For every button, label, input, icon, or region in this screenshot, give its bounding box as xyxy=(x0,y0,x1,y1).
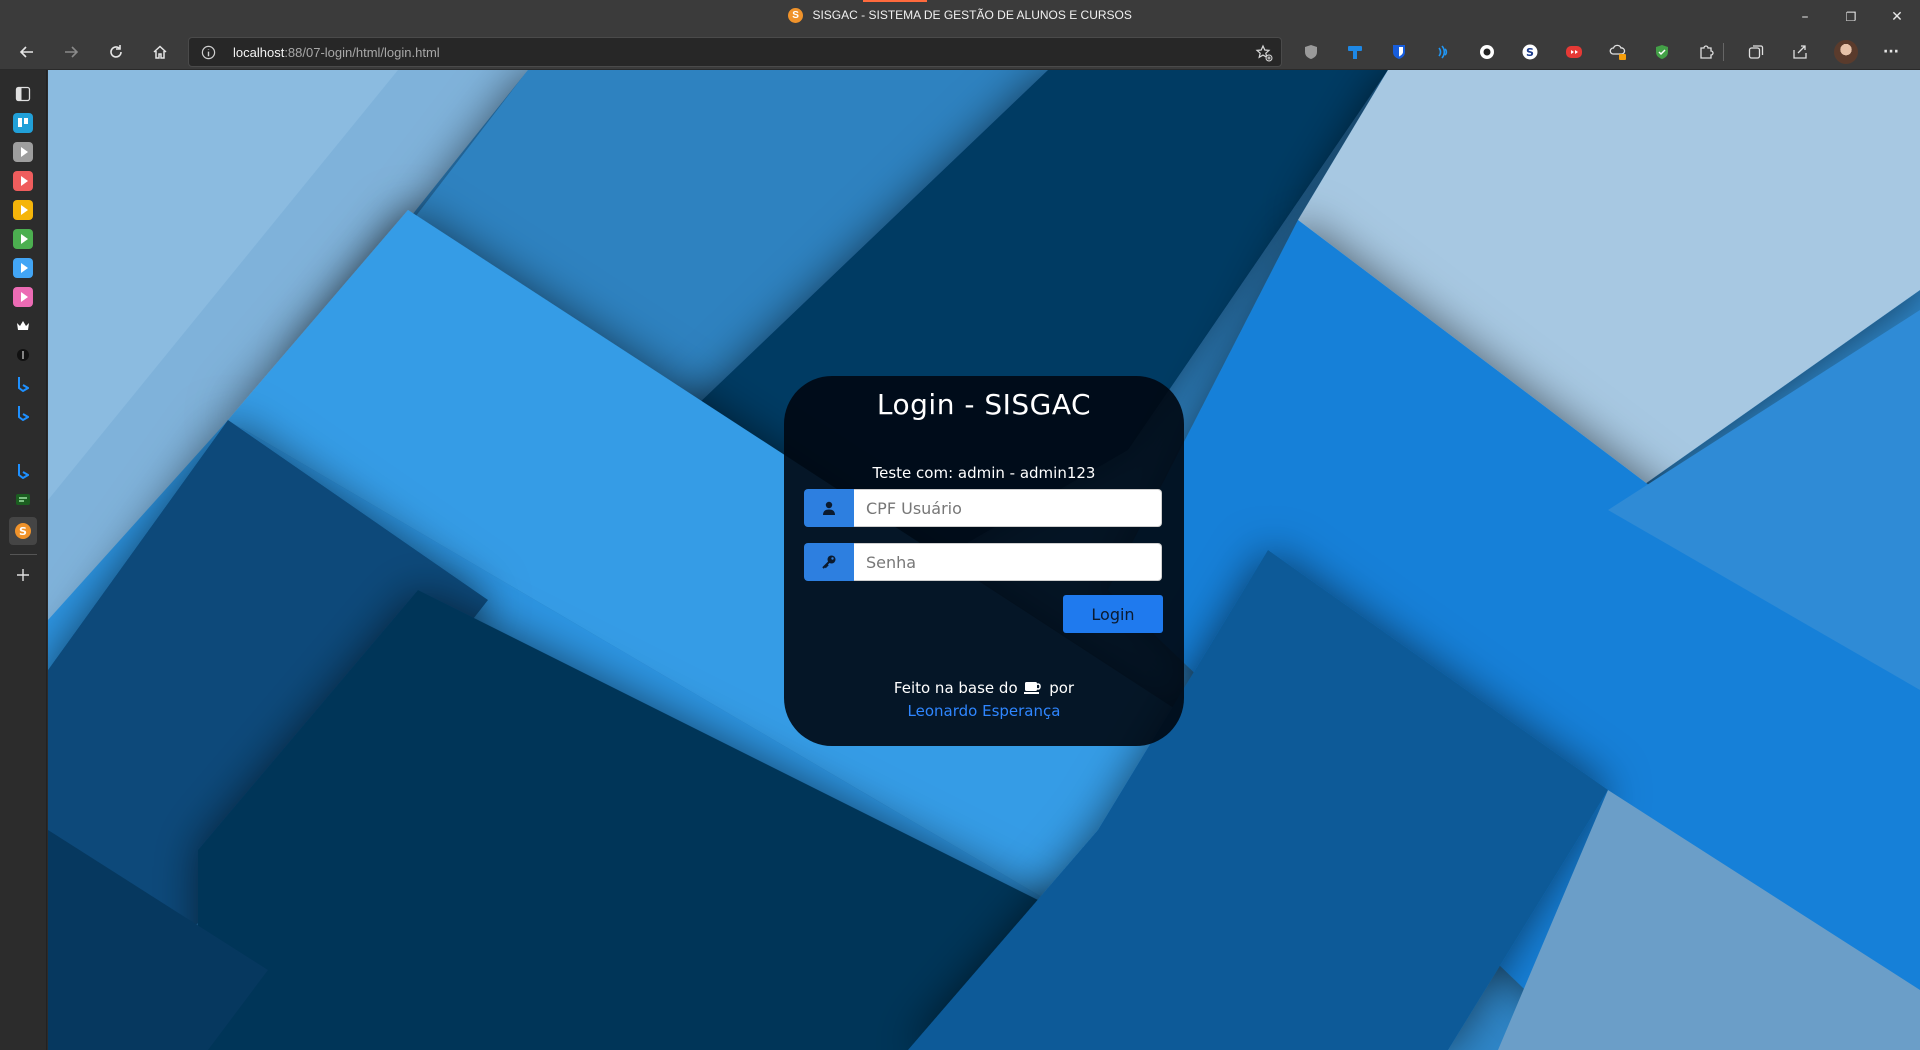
s-extension-icon[interactable]: S xyxy=(1521,43,1539,61)
bing-icon[interactable] xyxy=(13,461,33,481)
video-red-icon[interactable] xyxy=(13,171,33,191)
browser-sidebar: S xyxy=(0,70,47,1050)
password-field-group xyxy=(804,543,1162,581)
refresh-icon xyxy=(110,45,122,58)
sisgac-favicon-icon: S xyxy=(788,8,804,24)
refresh-button[interactable] xyxy=(101,38,131,66)
bing-icon[interactable] xyxy=(13,403,33,423)
user-field-group xyxy=(804,489,1162,527)
sidebar-divider xyxy=(10,554,37,555)
close-button[interactable]: ✕ xyxy=(1874,0,1920,34)
wifi-extension-icon[interactable] xyxy=(1434,43,1452,61)
video-gray-icon[interactable] xyxy=(13,142,33,162)
password-addon xyxy=(804,543,854,581)
login-card: Login - SISGAC Teste com: admin - admin1… xyxy=(784,376,1184,746)
trello-icon[interactable] xyxy=(13,113,33,133)
profile-avatar[interactable] xyxy=(1834,40,1858,64)
tabs-icon[interactable] xyxy=(13,84,33,104)
settings-menu-button[interactable]: ··· xyxy=(1876,38,1906,66)
circle-extension-icon[interactable] xyxy=(1478,43,1496,61)
puzzle-icon[interactable] xyxy=(1697,43,1715,61)
url-text[interactable]: localhost:88/07-login/html/login.html xyxy=(233,45,440,60)
coffee-icon xyxy=(1024,680,1042,699)
bitwarden-extension-icon[interactable] xyxy=(1390,43,1408,61)
green-shield-extension-icon[interactable] xyxy=(1653,43,1671,61)
user-icon xyxy=(823,501,835,515)
back-button[interactable] xyxy=(12,38,42,66)
minimize-button[interactable]: – xyxy=(1782,0,1828,34)
window-title: S SISGAC - SISTEMA DE GESTÃO DE ALUNOS E… xyxy=(0,8,1920,24)
add-icon[interactable] xyxy=(13,565,33,585)
red-extension-icon[interactable] xyxy=(1565,43,1583,61)
home-icon xyxy=(153,45,167,59)
address-bar[interactable]: localhost:88/07-login/html/login.html xyxy=(188,37,1282,67)
video-blue-icon[interactable] xyxy=(13,258,33,278)
active-tab-indicator xyxy=(863,0,927,2)
forward-arrow-icon xyxy=(65,46,79,58)
video-pink-icon[interactable] xyxy=(13,287,33,307)
video-green-icon[interactable] xyxy=(13,229,33,249)
cloud-extension-icon[interactable] xyxy=(1609,43,1627,61)
user-addon xyxy=(804,489,854,527)
toolbar-divider xyxy=(1723,43,1724,61)
author-link[interactable]: Leonardo Esperança xyxy=(784,702,1184,720)
window-controls: – ❐ ✕ xyxy=(1782,0,1920,34)
restore-button[interactable]: ❐ xyxy=(1828,0,1874,34)
whatsapp-icon[interactable] xyxy=(13,490,33,510)
footer-credit: Feito na base do por xyxy=(784,679,1184,699)
info-icon[interactable] xyxy=(201,45,216,64)
video-yellow-icon[interactable] xyxy=(13,200,33,220)
crown-icon[interactable] xyxy=(13,316,33,336)
bing-icon[interactable] xyxy=(13,374,33,394)
collections-icon[interactable] xyxy=(1747,43,1765,61)
forward-button[interactable] xyxy=(56,38,86,66)
svg-text:S: S xyxy=(1526,46,1534,59)
password-input[interactable] xyxy=(854,543,1162,581)
home-button[interactable] xyxy=(145,38,175,66)
sisgac-sidebar-item[interactable]: S xyxy=(9,517,37,545)
window-title-text: SISGAC - SISTEMA DE GESTÃO DE ALUNOS E C… xyxy=(812,8,1132,22)
test-credentials-hint: Teste com: admin - admin123 xyxy=(872,464,1096,482)
window-titlebar: S SISGAC - SISTEMA DE GESTÃO DE ALUNOS E… xyxy=(0,0,1920,34)
browser-toolbar: localhost:88/07-login/html/login.html S xyxy=(0,34,1920,70)
shield-extension-icon[interactable] xyxy=(1302,43,1320,61)
page-content: Login - SISGAC Teste com: admin - admin1… xyxy=(48,70,1920,1050)
key-icon xyxy=(822,555,836,569)
cpf-user-input[interactable] xyxy=(854,489,1162,527)
svg-text:S: S xyxy=(19,525,27,538)
share-icon[interactable] xyxy=(1791,43,1809,61)
footer-text-before: Feito na base do xyxy=(893,679,1018,697)
footer-text-after: por xyxy=(1049,679,1075,697)
add-favorite-icon[interactable] xyxy=(1255,44,1273,66)
login-title: Login - SISGAC xyxy=(876,388,1092,421)
back-arrow-icon xyxy=(19,46,33,58)
sisgac-icon: S xyxy=(15,523,31,539)
dark-circle-icon[interactable] xyxy=(13,345,33,365)
login-button[interactable]: Login xyxy=(1063,595,1163,633)
translate-extension-icon[interactable] xyxy=(1346,43,1364,61)
